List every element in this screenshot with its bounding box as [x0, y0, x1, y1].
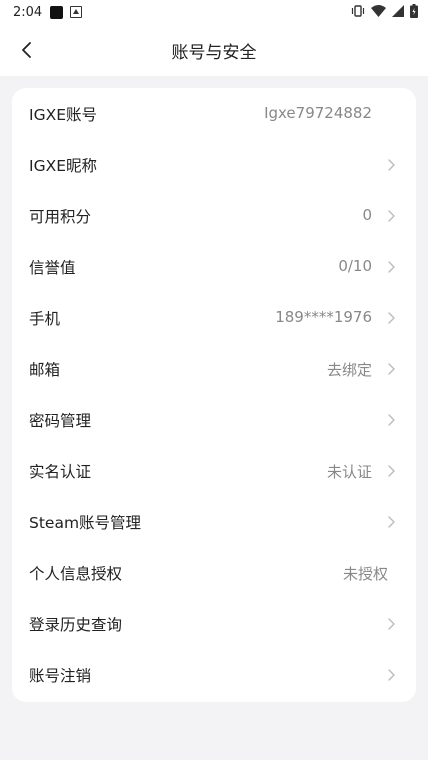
row-info-authorization[interactable]: 个人信息授权 未授权 — [12, 547, 416, 598]
row-label: 邮箱 — [29, 361, 61, 379]
row-account-cancellation[interactable]: 账号注销 — [12, 649, 416, 700]
row-label: Steam账号管理 — [29, 514, 142, 532]
row-value: 0/10 — [338, 257, 372, 275]
system-icons — [351, 4, 418, 18]
row-phone[interactable]: 手机 189****1976 — [12, 292, 416, 343]
chevron-right-icon — [388, 312, 395, 324]
chevron-right-icon — [388, 159, 395, 171]
chevron-right-icon — [388, 465, 395, 477]
row-label: 账号注销 — [29, 667, 92, 685]
row-steam-account[interactable]: Steam账号管理 — [12, 496, 416, 547]
row-igxe-account[interactable]: IGXE账号 Igxe79724882 — [12, 88, 416, 139]
notification-app-icon — [50, 5, 64, 19]
chevron-right-icon — [388, 669, 395, 681]
page-title: 账号与安全 — [171, 43, 257, 63]
row-value: 去绑定 — [326, 361, 372, 379]
header: 账号与安全 — [0, 24, 428, 76]
row-label: 登录历史查询 — [29, 616, 123, 634]
row-points[interactable]: 可用积分 0 — [12, 190, 416, 241]
battery-icon — [410, 4, 418, 18]
row-label: 实名认证 — [29, 463, 92, 481]
row-value: 189****1976 — [275, 308, 372, 326]
vibrate-icon — [351, 5, 365, 17]
row-reputation[interactable]: 信誉值 0/10 — [12, 241, 416, 292]
notification-icons — [50, 5, 83, 19]
row-label: 密码管理 — [29, 412, 92, 430]
row-label: 可用积分 — [29, 208, 92, 226]
chevron-right-icon — [388, 210, 395, 222]
notification-a-icon — [70, 6, 83, 18]
row-label: IGXE账号 — [29, 106, 97, 124]
row-value: 0 — [362, 206, 372, 224]
row-label: 手机 — [29, 310, 61, 328]
row-login-history[interactable]: 登录历史查询 — [12, 598, 416, 649]
row-label: 个人信息授权 — [29, 565, 123, 583]
row-password[interactable]: 密码管理 — [12, 394, 416, 445]
signal-icon — [392, 5, 404, 17]
chevron-right-icon — [388, 618, 395, 630]
chevron-right-icon — [388, 414, 395, 426]
chevron-right-icon — [388, 516, 395, 528]
row-value: 未认证 — [326, 463, 372, 481]
row-label: IGXE昵称 — [29, 157, 97, 175]
settings-card: IGXE账号 Igxe79724882 IGXE昵称 可用积分 0 信誉值 0/… — [12, 88, 416, 702]
status-bar: 2:04 — [0, 0, 428, 24]
chevron-right-icon — [388, 261, 395, 273]
row-value: 未授权 — [342, 565, 388, 583]
status-time: 2:04 — [13, 4, 43, 20]
wifi-icon — [371, 4, 386, 17]
chevron-right-icon — [388, 363, 395, 375]
row-value: Igxe79724882 — [264, 104, 372, 122]
row-email[interactable]: 邮箱 去绑定 — [12, 343, 416, 394]
row-real-name[interactable]: 实名认证 未认证 — [12, 445, 416, 496]
row-label: 信誉值 — [29, 259, 76, 277]
row-igxe-nickname[interactable]: IGXE昵称 — [12, 139, 416, 190]
